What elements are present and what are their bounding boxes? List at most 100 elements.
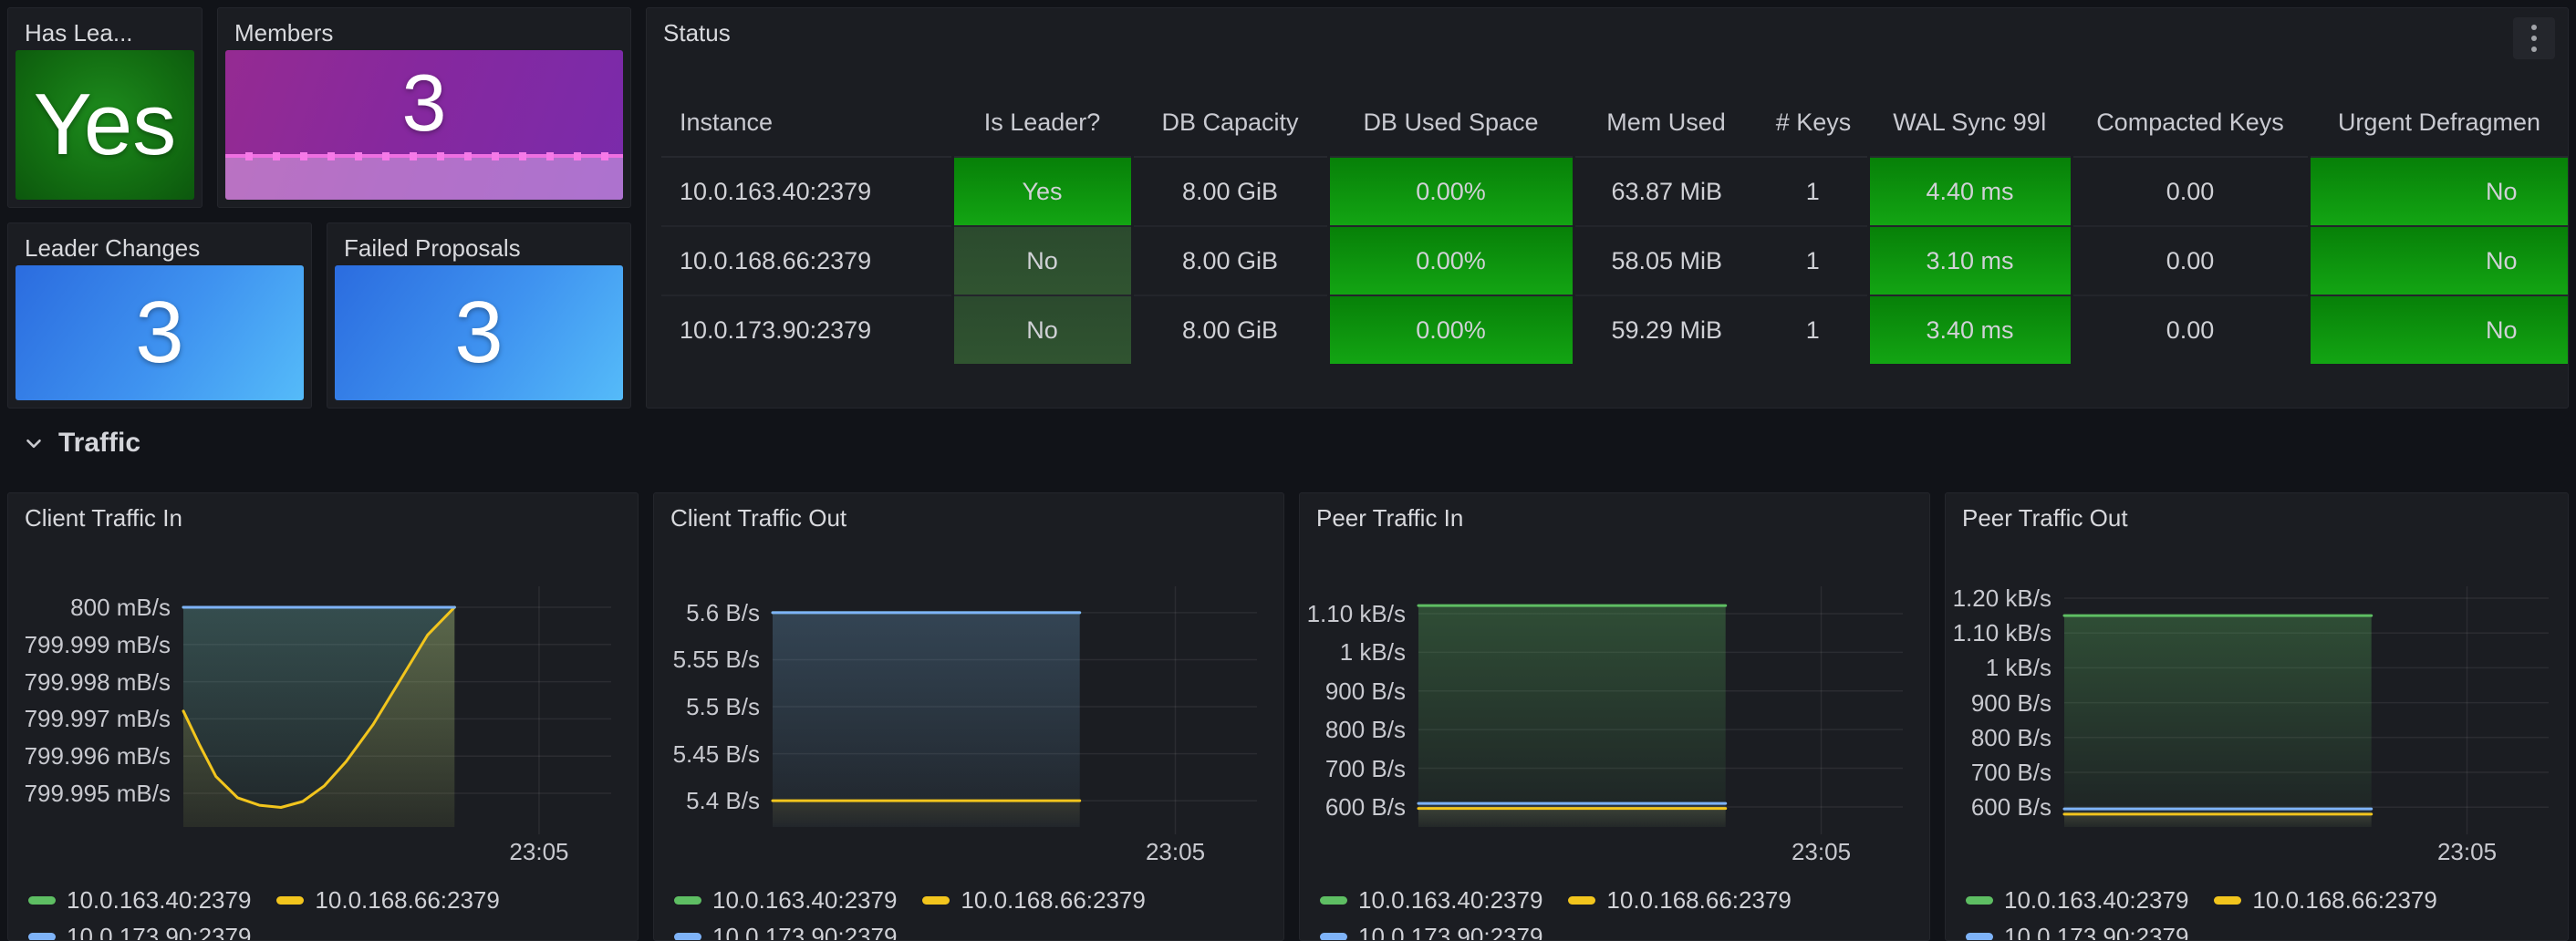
legend-label: 10.0.163.40:2379 <box>2004 886 2188 915</box>
legend-label: 10.0.173.90:2379 <box>1358 923 1542 941</box>
panel-peer-traffic-out: Peer Traffic Out 1.20 kB/s1.10 kB/s1 kB/… <box>1945 492 2569 941</box>
panel-has-leader: Has Lea... Yes <box>7 7 203 208</box>
series-area <box>2064 809 2372 827</box>
legend-item[interactable]: 10.0.173.90:2379 <box>28 923 251 941</box>
legend: 10.0.163.40:2379 10.0.168.66:2379 10.0.173… <box>1320 882 1922 941</box>
legend-item[interactable]: 10.0.163.40:2379 <box>1966 886 2188 915</box>
legend-label: 10.0.173.90:2379 <box>712 923 897 941</box>
table-cell: 3.40 ms <box>1868 295 2072 364</box>
y-axis-tick-label: 1 kB/s <box>1300 637 1406 667</box>
column-header[interactable]: WAL Sync 99ǀ <box>1868 88 2072 157</box>
series-area <box>2064 615 2372 827</box>
panel-title[interactable]: Has Lea... <box>25 19 133 47</box>
table-cell: Yes <box>952 157 1132 226</box>
status-table: InstanceIs Leader?DB CapacityDB Used Spa… <box>661 88 2568 364</box>
y-axis-tick-label: 600 B/s <box>1300 792 1406 822</box>
table-cell: 8.00 GiB <box>1132 157 1328 226</box>
legend-label: 10.0.168.66:2379 <box>1606 886 1791 915</box>
panel-failed-proposals: Failed Proposals 3 <box>327 222 631 408</box>
column-header[interactable]: Is Leader? <box>952 88 1132 157</box>
stat-value: 3 <box>454 289 503 377</box>
legend-series-color <box>1568 896 1595 905</box>
legend-item[interactable]: 10.0.168.66:2379 <box>1568 886 1791 915</box>
y-axis-tick-label: 800 B/s <box>1946 723 2051 752</box>
legend-item[interactable]: 10.0.173.90:2379 <box>1320 923 1542 941</box>
legend-item[interactable]: 10.0.173.90:2379 <box>1966 923 2188 941</box>
table-row: 10.0.168.66:2379No8.00 GiB0.00%58.05 MiB… <box>661 226 2568 295</box>
members-sparkline-area <box>225 156 623 200</box>
x-axis-tick-label: 23:05 <box>475 838 603 866</box>
series-area <box>183 607 454 827</box>
legend-series-color <box>1320 933 1347 941</box>
section-header-traffic[interactable]: Traffic <box>7 419 2569 467</box>
table-cell: 58.05 MiB <box>1574 226 1759 295</box>
y-axis-tick-label: 700 B/s <box>1300 754 1406 783</box>
legend-label: 10.0.173.90:2379 <box>67 923 251 941</box>
legend-item[interactable]: 10.0.168.66:2379 <box>922 886 1145 915</box>
y-axis-tick-label: 1.10 kB/s <box>1946 618 2051 647</box>
x-axis-tick-label: 23:05 <box>1758 838 1885 866</box>
legend-series-color <box>2214 896 2241 905</box>
y-axis-tick-label: 799.995 mB/s <box>8 779 171 808</box>
table-cell: 0.00 <box>2072 226 2309 295</box>
members-stat: 3 <box>225 50 623 200</box>
members-sparkline-points <box>225 152 623 160</box>
section-label[interactable]: Traffic <box>58 428 140 459</box>
legend-item[interactable]: 10.0.173.90:2379 <box>674 923 897 941</box>
chevron-down-icon[interactable] <box>18 428 49 459</box>
table-cell: 10.0.168.66:2379 <box>661 226 952 295</box>
legend-series-color <box>28 896 56 905</box>
y-axis-tick-label: 900 B/s <box>1946 688 2051 718</box>
legend: 10.0.163.40:2379 10.0.168.66:2379 10.0.173… <box>1966 882 2560 941</box>
has-leader-stat: Yes <box>16 50 194 200</box>
legend: 10.0.163.40:2379 10.0.168.66:2379 10.0.173… <box>674 882 1276 941</box>
legend-series-color <box>922 896 950 905</box>
legend-series-color <box>276 896 304 905</box>
legend-item[interactable]: 10.0.163.40:2379 <box>1320 886 1542 915</box>
table-cell: 4.40 ms <box>1868 157 2072 226</box>
series-area <box>1418 605 1726 827</box>
y-axis-tick-label: 5.55 B/s <box>654 645 760 674</box>
table-cell: No <box>952 295 1132 364</box>
legend-label: 10.0.163.40:2379 <box>1358 886 1542 915</box>
panel-title[interactable]: Members <box>234 19 333 47</box>
panel-peer-traffic-in: Peer Traffic In 1.10 kB/s1 kB/s900 B/s80… <box>1299 492 1930 941</box>
legend-series-color <box>28 933 56 941</box>
column-header[interactable]: DB Capacity <box>1132 88 1328 157</box>
table-cell: 0.00% <box>1328 295 1574 364</box>
table-row: 10.0.163.40:2379Yes8.00 GiB0.00%63.87 Mi… <box>661 157 2568 226</box>
y-axis-tick-label: 799.998 mB/s <box>8 667 171 697</box>
leader-changes-stat: 3 <box>16 265 304 400</box>
y-axis-tick-label: 799.997 mB/s <box>8 704 171 733</box>
panel-title[interactable]: Status <box>663 19 731 47</box>
x-axis-tick-label: 23:05 <box>2404 838 2531 866</box>
legend-series-color <box>674 896 701 905</box>
column-header[interactable]: DB Used Space <box>1328 88 1574 157</box>
panel-title[interactable]: Failed Proposals <box>344 234 521 263</box>
column-header[interactable]: Urgent Defragmen <box>2309 88 2568 157</box>
legend-series-color <box>1966 933 1993 941</box>
y-axis-tick-label: 800 B/s <box>1300 715 1406 744</box>
table-cell: 59.29 MiB <box>1574 295 1759 364</box>
legend-item[interactable]: 10.0.163.40:2379 <box>28 886 251 915</box>
legend-label: 10.0.168.66:2379 <box>961 886 1145 915</box>
panel-title[interactable]: Leader Changes <box>25 234 200 263</box>
y-axis-tick-label: 799.999 mB/s <box>8 630 171 659</box>
kebab-menu-icon[interactable] <box>2513 17 2555 59</box>
y-axis-tick-label: 600 B/s <box>1946 792 2051 822</box>
table-cell: No <box>2309 226 2568 295</box>
legend-item[interactable]: 10.0.163.40:2379 <box>674 886 897 915</box>
y-axis-tick-label: 5.6 B/s <box>654 598 760 627</box>
legend: 10.0.163.40:2379 10.0.168.66:2379 10.0.173… <box>28 882 630 941</box>
column-header[interactable]: Mem Used <box>1574 88 1759 157</box>
table-cell: 1 <box>1759 226 1868 295</box>
legend-series-color <box>674 933 701 941</box>
legend-item[interactable]: 10.0.168.66:2379 <box>276 886 499 915</box>
legend-item[interactable]: 10.0.168.66:2379 <box>2214 886 2436 915</box>
column-header[interactable]: Compacted Keys <box>2072 88 2309 157</box>
dashboard: Has Lea... Yes Members 3 Leader Changes … <box>0 0 2576 941</box>
failed-proposals-stat: 3 <box>335 265 623 400</box>
column-header[interactable]: # Keys <box>1759 88 1868 157</box>
column-header[interactable]: Instance <box>661 88 952 157</box>
table-cell: 0.00 <box>2072 295 2309 364</box>
